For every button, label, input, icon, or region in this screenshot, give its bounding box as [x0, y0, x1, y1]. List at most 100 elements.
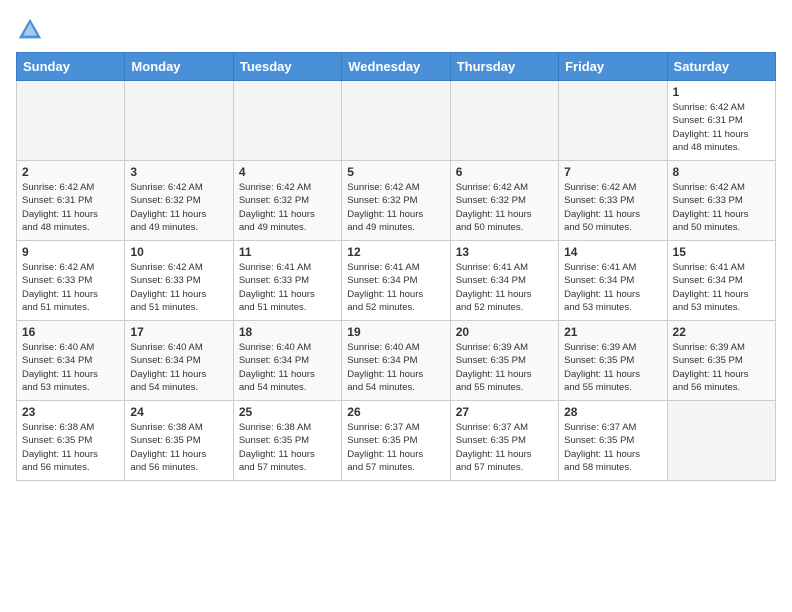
- day-number: 8: [673, 165, 770, 179]
- week-row-2: 2 Sunrise: 6:42 AMSunset: 6:31 PMDaylight…: [17, 161, 776, 241]
- table-row: [667, 401, 775, 481]
- day-info: Sunrise: 6:41 AMSunset: 6:33 PMDaylight:…: [239, 261, 336, 314]
- day-info: Sunrise: 6:41 AMSunset: 6:34 PMDaylight:…: [456, 261, 553, 314]
- day-number: 24: [130, 405, 227, 419]
- day-info: Sunrise: 6:42 AMSunset: 6:33 PMDaylight:…: [22, 261, 119, 314]
- day-number: 12: [347, 245, 444, 259]
- day-info: Sunrise: 6:38 AMSunset: 6:35 PMDaylight:…: [239, 421, 336, 474]
- table-row: [125, 81, 233, 161]
- day-info: Sunrise: 6:41 AMSunset: 6:34 PMDaylight:…: [347, 261, 444, 314]
- table-row: 3 Sunrise: 6:42 AMSunset: 6:32 PMDaylight…: [125, 161, 233, 241]
- weekday-monday: Monday: [125, 53, 233, 81]
- table-row: 7 Sunrise: 6:42 AMSunset: 6:33 PMDaylight…: [559, 161, 667, 241]
- weekday-saturday: Saturday: [667, 53, 775, 81]
- table-row: 4Sunrise: 6:42 AMSunset: 6:32 PMDaylight…: [233, 161, 341, 241]
- day-number: 22: [673, 325, 770, 339]
- day-number: 11: [239, 245, 336, 259]
- logo-icon: [16, 16, 44, 44]
- table-row: [450, 81, 558, 161]
- day-info: Sunrise: 6:42 AMSunset: 6:33 PMDaylight:…: [673, 181, 770, 234]
- week-row-1: 1 Sunrise: 6:42 AMSunset: 6:31 PMDaylight…: [17, 81, 776, 161]
- day-info: Sunrise: 6:42 AMSunset: 6:32 PMDaylight:…: [130, 181, 227, 234]
- day-info: Sunrise: 6:39 AMSunset: 6:35 PMDaylight:…: [456, 341, 553, 394]
- day-info: Sunrise: 6:42 AMSunset: 6:31 PMDaylight:…: [22, 181, 119, 234]
- day-info: Sunrise: 6:40 AMSunset: 6:34 PMDaylight:…: [130, 341, 227, 394]
- day-info: Sunrise: 6:42 AMSunset: 6:33 PMDaylight:…: [564, 181, 661, 234]
- day-info: Sunrise: 6:41 AMSunset: 6:34 PMDaylight:…: [673, 261, 770, 314]
- table-row: 26 Sunrise: 6:37 AMSunset: 6:35 PMDayligh…: [342, 401, 450, 481]
- day-info: Sunrise: 6:40 AMSunset: 6:34 PMDaylight:…: [347, 341, 444, 394]
- day-number: 6: [456, 165, 553, 179]
- day-number: 3: [130, 165, 227, 179]
- weekday-thursday: Thursday: [450, 53, 558, 81]
- table-row: [342, 81, 450, 161]
- week-row-5: 23 Sunrise: 6:38 AMSunset: 6:35 PMDayligh…: [17, 401, 776, 481]
- table-row: 19 Sunrise: 6:40 AMSunset: 6:34 PMDayligh…: [342, 321, 450, 401]
- day-number: 25: [239, 405, 336, 419]
- day-info: Sunrise: 6:37 AMSunset: 6:35 PMDaylight:…: [456, 421, 553, 474]
- calendar-header: SundayMondayTuesdayWednesdayThursdayFrid…: [17, 53, 776, 81]
- table-row: 24Sunrise: 6:38 AMSunset: 6:35 PMDayligh…: [125, 401, 233, 481]
- weekday-tuesday: Tuesday: [233, 53, 341, 81]
- day-info: Sunrise: 6:41 AMSunset: 6:34 PMDaylight:…: [564, 261, 661, 314]
- table-row: 27 Sunrise: 6:37 AMSunset: 6:35 PMDayligh…: [450, 401, 558, 481]
- day-number: 18: [239, 325, 336, 339]
- weekday-friday: Friday: [559, 53, 667, 81]
- day-info: Sunrise: 6:39 AMSunset: 6:35 PMDaylight:…: [673, 341, 770, 394]
- logo: [16, 16, 48, 44]
- table-row: 23 Sunrise: 6:38 AMSunset: 6:35 PMDayligh…: [17, 401, 125, 481]
- table-row: 20 Sunrise: 6:39 AMSunset: 6:35 PMDayligh…: [450, 321, 558, 401]
- day-number: 4: [239, 165, 336, 179]
- table-row: [17, 81, 125, 161]
- table-row: 6 Sunrise: 6:42 AMSunset: 6:32 PMDaylight…: [450, 161, 558, 241]
- table-row: 1 Sunrise: 6:42 AMSunset: 6:31 PMDaylight…: [667, 81, 775, 161]
- day-info: Sunrise: 6:37 AMSunset: 6:35 PMDaylight:…: [347, 421, 444, 474]
- table-row: 5Sunrise: 6:42 AMSunset: 6:32 PMDaylight…: [342, 161, 450, 241]
- day-number: 23: [22, 405, 119, 419]
- day-number: 20: [456, 325, 553, 339]
- day-info: Sunrise: 6:42 AMSunset: 6:33 PMDaylight:…: [130, 261, 227, 314]
- table-row: 22 Sunrise: 6:39 AMSunset: 6:35 PMDayligh…: [667, 321, 775, 401]
- day-number: 2: [22, 165, 119, 179]
- day-number: 27: [456, 405, 553, 419]
- table-row: 10 Sunrise: 6:42 AMSunset: 6:33 PMDayligh…: [125, 241, 233, 321]
- table-row: 11 Sunrise: 6:41 AMSunset: 6:33 PMDayligh…: [233, 241, 341, 321]
- day-number: 15: [673, 245, 770, 259]
- table-row: 8 Sunrise: 6:42 AMSunset: 6:33 PMDaylight…: [667, 161, 775, 241]
- table-row: 2 Sunrise: 6:42 AMSunset: 6:31 PMDaylight…: [17, 161, 125, 241]
- day-info: Sunrise: 6:42 AMSunset: 6:32 PMDaylight:…: [456, 181, 553, 234]
- weekday-header-row: SundayMondayTuesdayWednesdayThursdayFrid…: [17, 53, 776, 81]
- day-number: 21: [564, 325, 661, 339]
- table-row: [233, 81, 341, 161]
- table-row: 21 Sunrise: 6:39 AMSunset: 6:35 PMDayligh…: [559, 321, 667, 401]
- table-row: 25 Sunrise: 6:38 AMSunset: 6:35 PMDayligh…: [233, 401, 341, 481]
- day-info: Sunrise: 6:38 AMSunset: 6:35 PMDaylight:…: [22, 421, 119, 474]
- table-row: 18 Sunrise: 6:40 AMSunset: 6:34 PMDayligh…: [233, 321, 341, 401]
- day-number: 1: [673, 85, 770, 99]
- day-info: Sunrise: 6:37 AMSunset: 6:35 PMDaylight:…: [564, 421, 661, 474]
- table-row: 17 Sunrise: 6:40 AMSunset: 6:34 PMDayligh…: [125, 321, 233, 401]
- day-info: Sunrise: 6:39 AMSunset: 6:35 PMDaylight:…: [564, 341, 661, 394]
- week-row-3: 9 Sunrise: 6:42 AMSunset: 6:33 PMDaylight…: [17, 241, 776, 321]
- day-info: Sunrise: 6:40 AMSunset: 6:34 PMDaylight:…: [22, 341, 119, 394]
- calendar-body: 1 Sunrise: 6:42 AMSunset: 6:31 PMDaylight…: [17, 81, 776, 481]
- week-row-4: 16Sunrise: 6:40 AMSunset: 6:34 PMDayligh…: [17, 321, 776, 401]
- day-number: 10: [130, 245, 227, 259]
- day-number: 26: [347, 405, 444, 419]
- day-number: 7: [564, 165, 661, 179]
- day-number: 19: [347, 325, 444, 339]
- page-header: [16, 16, 776, 44]
- day-info: Sunrise: 6:40 AMSunset: 6:34 PMDaylight:…: [239, 341, 336, 394]
- weekday-sunday: Sunday: [17, 53, 125, 81]
- table-row: 15 Sunrise: 6:41 AMSunset: 6:34 PMDayligh…: [667, 241, 775, 321]
- day-info: Sunrise: 6:42 AMSunset: 6:32 PMDaylight:…: [347, 181, 444, 234]
- table-row: 28Sunrise: 6:37 AMSunset: 6:35 PMDayligh…: [559, 401, 667, 481]
- day-number: 17: [130, 325, 227, 339]
- table-row: 12 Sunrise: 6:41 AMSunset: 6:34 PMDayligh…: [342, 241, 450, 321]
- day-info: Sunrise: 6:42 AMSunset: 6:31 PMDaylight:…: [673, 101, 770, 154]
- day-number: 9: [22, 245, 119, 259]
- weekday-wednesday: Wednesday: [342, 53, 450, 81]
- day-number: 13: [456, 245, 553, 259]
- table-row: [559, 81, 667, 161]
- table-row: 14Sunrise: 6:41 AMSunset: 6:34 PMDayligh…: [559, 241, 667, 321]
